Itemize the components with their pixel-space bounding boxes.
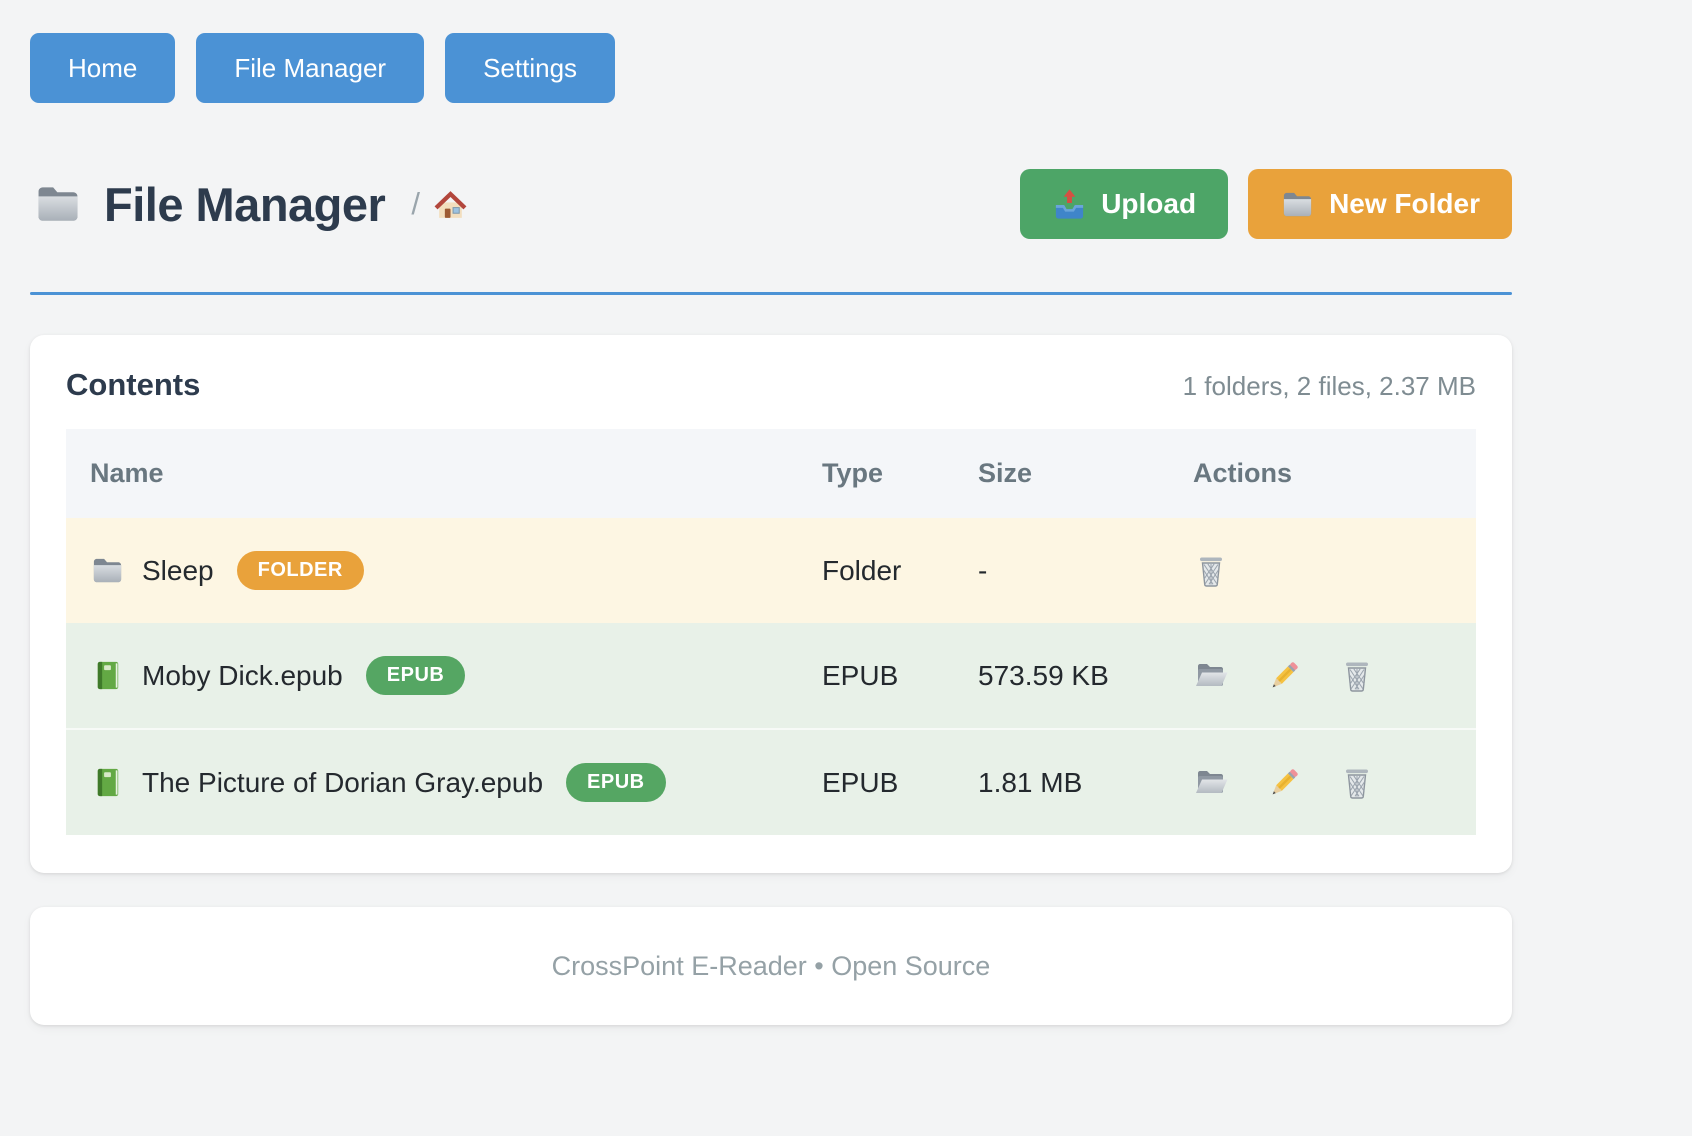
breadcrumb-separator: / (411, 186, 420, 222)
footer-card: CrossPoint E-Reader • Open Source (30, 907, 1512, 1025)
folder-icon (90, 553, 125, 588)
nav-settings-button[interactable]: Settings (445, 33, 615, 103)
folder-name-link[interactable]: Sleep (142, 555, 214, 587)
nav-file-manager-button[interactable]: File Manager (196, 33, 424, 103)
header-actions: Upload New Folder (1020, 169, 1512, 239)
type-cell: EPUB (798, 729, 954, 835)
divider (30, 292, 1512, 295)
column-header-type: Type (798, 429, 954, 518)
trash-icon (1193, 553, 1229, 589)
contents-card: Contents 1 folders, 2 files, 2.37 MB Nam… (30, 335, 1512, 873)
column-header-actions: Actions (1169, 429, 1476, 518)
delete-button[interactable] (1339, 658, 1375, 694)
folder-icon (1280, 187, 1315, 222)
house-icon (432, 186, 469, 223)
file-name-link[interactable]: The Picture of Dorian Gray.epub (142, 767, 543, 799)
pencil-icon (1266, 765, 1302, 801)
trash-icon (1339, 765, 1375, 801)
epub-badge: EPUB (366, 656, 466, 695)
epub-badge: EPUB (566, 763, 666, 802)
rename-button[interactable] (1266, 658, 1302, 694)
folder-icon (30, 179, 86, 229)
open-folder-icon (1193, 765, 1229, 801)
page-header: File Manager / Upload New Folder (30, 169, 1512, 239)
table-row: Moby Dick.epub EPUB EPUB 573.59 KB (66, 623, 1476, 729)
upload-tray-icon (1052, 187, 1087, 222)
move-button[interactable] (1193, 658, 1229, 694)
column-header-size: Size (954, 429, 1169, 518)
contents-heading: Contents (66, 367, 200, 403)
file-name-link[interactable]: Moby Dick.epub (142, 660, 343, 692)
table-row: Sleep FOLDER Folder - (66, 518, 1476, 623)
new-folder-button-label: New Folder (1329, 188, 1480, 220)
breadcrumb-home-link[interactable] (432, 186, 469, 223)
column-header-name: Name (66, 429, 798, 518)
table-row: The Picture of Dorian Gray.epub EPUB EPU… (66, 729, 1476, 835)
table-header-row: Name Type Size Actions (66, 429, 1476, 518)
delete-button[interactable] (1339, 765, 1375, 801)
footer-text: CrossPoint E-Reader • Open Source (552, 951, 991, 982)
contents-card-head: Contents 1 folders, 2 files, 2.37 MB (66, 367, 1476, 403)
page: Home File Manager Settings File Manager … (30, 0, 1512, 1025)
new-folder-button[interactable]: New Folder (1248, 169, 1512, 239)
pencil-icon (1266, 658, 1302, 694)
nav-home-button[interactable]: Home (30, 33, 175, 103)
folder-badge: FOLDER (237, 551, 364, 590)
top-nav: Home File Manager Settings (30, 33, 1512, 103)
title-wrap: File Manager / (30, 177, 469, 232)
open-folder-icon (1193, 658, 1229, 694)
contents-summary: 1 folders, 2 files, 2.37 MB (1183, 371, 1476, 402)
type-cell: EPUB (798, 623, 954, 729)
delete-button[interactable] (1193, 553, 1229, 589)
size-cell: - (954, 518, 1169, 623)
book-icon (90, 765, 125, 800)
trash-icon (1339, 658, 1375, 694)
type-cell: Folder (798, 518, 954, 623)
move-button[interactable] (1193, 765, 1229, 801)
upload-button[interactable]: Upload (1020, 169, 1228, 239)
size-cell: 1.81 MB (954, 729, 1169, 835)
file-table: Name Type Size Actions Sleep FOLDER (66, 429, 1476, 835)
size-cell: 573.59 KB (954, 623, 1169, 729)
book-icon (90, 658, 125, 693)
rename-button[interactable] (1266, 765, 1302, 801)
upload-button-label: Upload (1101, 188, 1196, 220)
page-title: File Manager (104, 177, 385, 232)
